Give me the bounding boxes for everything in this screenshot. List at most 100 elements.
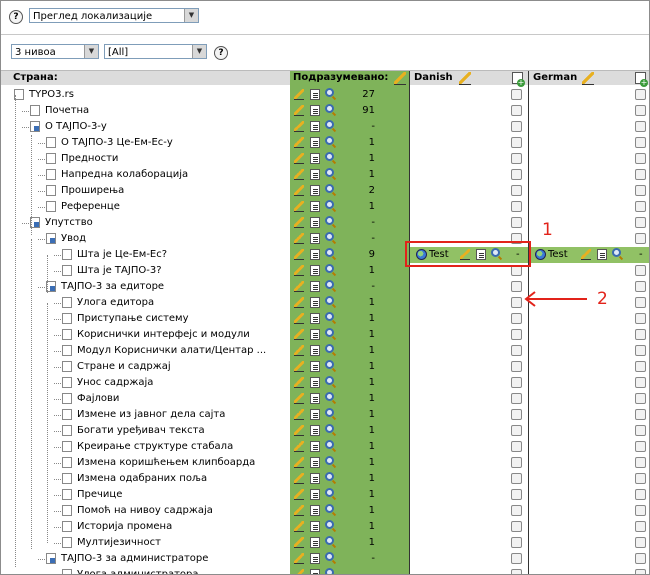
page-title[interactable]: Измена одабраних поља — [77, 473, 207, 485]
page-title[interactable]: Упутство — [45, 217, 93, 229]
danish-translate-checkbox[interactable] — [511, 121, 522, 132]
edit-pencil-icon[interactable] — [294, 249, 304, 260]
page-title[interactable]: Историја промена — [77, 521, 172, 533]
edit-pencil-icon[interactable] — [294, 137, 304, 148]
view-page-icon[interactable] — [325, 424, 334, 433]
page-icon[interactable] — [62, 425, 72, 436]
view-page-icon[interactable] — [325, 472, 334, 481]
german-translate-checkbox[interactable] — [635, 553, 646, 564]
edit-content-icon[interactable] — [597, 249, 607, 260]
edit-pencil-icon[interactable] — [294, 153, 304, 164]
edit-content-icon[interactable] — [310, 313, 320, 324]
german-translate-checkbox[interactable] — [635, 473, 646, 484]
help-icon[interactable]: ? — [9, 10, 23, 24]
edit-content-icon[interactable] — [310, 537, 320, 548]
page-title[interactable]: Пречице — [77, 489, 122, 501]
page-icon[interactable] — [46, 137, 56, 148]
danish-translate-checkbox[interactable] — [511, 185, 522, 196]
danish-translate-checkbox[interactable] — [511, 489, 522, 500]
page-title[interactable]: Измена коришћењем клипбоарда — [77, 457, 255, 469]
page-title[interactable]: ТАЈПО-3 за администраторе — [61, 553, 208, 565]
danish-translate-checkbox[interactable] — [511, 153, 522, 164]
german-translate-checkbox[interactable] — [635, 457, 646, 468]
edit-pencil-icon[interactable] — [294, 313, 304, 324]
edit-content-icon[interactable] — [310, 153, 320, 164]
view-page-icon[interactable] — [325, 376, 334, 385]
page-icon[interactable] — [46, 153, 56, 164]
page-icon[interactable] — [62, 505, 72, 516]
edit-content-icon[interactable] — [310, 345, 320, 356]
german-translate-checkbox[interactable] — [635, 505, 646, 516]
edit-pencil-icon[interactable] — [394, 72, 406, 85]
danish-translate-checkbox[interactable] — [511, 441, 522, 452]
danish-translate-checkbox[interactable] — [511, 393, 522, 404]
edit-pencil-icon[interactable] — [294, 233, 304, 244]
danish-translate-checkbox[interactable] — [511, 217, 522, 228]
danish-translate-checkbox[interactable] — [511, 105, 522, 116]
german-translate-checkbox[interactable] — [635, 121, 646, 132]
view-page-icon[interactable] — [325, 488, 334, 497]
edit-pencil-icon[interactable] — [294, 441, 304, 452]
page-title[interactable]: Шта је Це-Ем-Ес? — [77, 249, 167, 261]
danish-translate-checkbox[interactable] — [511, 505, 522, 516]
page-icon[interactable] — [62, 409, 72, 420]
page-icon[interactable] — [62, 377, 72, 388]
edit-content-icon[interactable] — [310, 265, 320, 276]
page-icon[interactable] — [62, 569, 72, 574]
page-icon[interactable] — [62, 313, 72, 324]
view-page-icon[interactable] — [325, 440, 334, 449]
edit-content-icon[interactable] — [310, 457, 320, 468]
page-icon[interactable] — [62, 265, 72, 276]
page-icon[interactable] — [46, 233, 56, 244]
danish-translate-checkbox[interactable] — [511, 377, 522, 388]
page-title[interactable]: Увод — [61, 233, 86, 245]
edit-content-icon[interactable] — [310, 425, 320, 436]
view-page-icon[interactable] — [325, 280, 334, 289]
page-icon[interactable] — [62, 473, 72, 484]
help-icon[interactable]: ? — [214, 46, 228, 60]
page-title[interactable]: Приступање систему — [77, 313, 189, 325]
page-title[interactable]: Модул Кориснички алати/Центар ... — [77, 345, 266, 357]
page-title[interactable]: Унос садржаја — [77, 377, 153, 389]
german-translate-checkbox[interactable] — [635, 233, 646, 244]
danish-translate-checkbox[interactable] — [511, 521, 522, 532]
page-icon[interactable] — [62, 537, 72, 548]
edit-content-icon[interactable] — [310, 377, 320, 388]
german-translate-checkbox[interactable] — [635, 313, 646, 324]
german-translate-checkbox[interactable] — [635, 537, 646, 548]
page-icon[interactable] — [62, 297, 72, 308]
edit-pencil-icon[interactable] — [294, 553, 304, 564]
german-translate-checkbox[interactable] — [635, 441, 646, 452]
edit-content-icon[interactable] — [310, 393, 320, 404]
view-page-icon[interactable] — [325, 296, 334, 305]
edit-content-icon[interactable] — [310, 217, 320, 228]
view-page-icon[interactable] — [325, 520, 334, 529]
danish-translate-checkbox[interactable] — [511, 329, 522, 340]
view-page-icon[interactable] — [325, 360, 334, 369]
danish-translate-checkbox[interactable] — [511, 553, 522, 564]
page-title[interactable]: ТАЈПО-3 за едиторе — [61, 281, 164, 293]
german-translate-checkbox[interactable] — [635, 425, 646, 436]
edit-content-icon[interactable] — [310, 473, 320, 484]
edit-content-icon[interactable] — [310, 169, 320, 180]
page-icon[interactable] — [62, 521, 72, 532]
view-page-icon[interactable] — [325, 184, 334, 193]
edit-pencil-icon[interactable] — [294, 281, 304, 292]
view-page-icon[interactable] — [325, 408, 334, 417]
page-title[interactable]: Фајлови — [77, 393, 119, 405]
german-translate-checkbox[interactable] — [635, 105, 646, 116]
german-translate-checkbox[interactable] — [635, 281, 646, 292]
page-icon[interactable] — [30, 105, 40, 116]
page-title[interactable]: Напредна колаборација — [61, 169, 188, 181]
view-page-icon[interactable] — [325, 392, 334, 401]
german-translate-checkbox[interactable] — [635, 377, 646, 388]
edit-content-icon[interactable] — [310, 409, 320, 420]
view-page-icon[interactable] — [325, 152, 334, 161]
edit-content-icon[interactable] — [310, 505, 320, 516]
edit-pencil-icon[interactable] — [294, 185, 304, 196]
german-translate-checkbox[interactable] — [635, 489, 646, 500]
edit-content-icon[interactable] — [310, 361, 320, 372]
view-page-icon[interactable] — [325, 456, 334, 465]
page-title[interactable]: Помоћ на нивоу садржаја — [77, 505, 213, 517]
edit-content-icon[interactable] — [310, 137, 320, 148]
